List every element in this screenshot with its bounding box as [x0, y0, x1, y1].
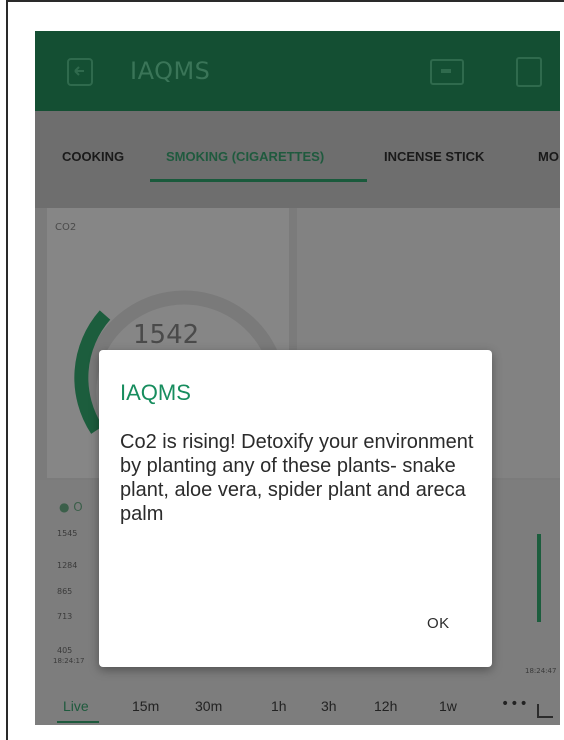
y-tick: 405 [57, 646, 73, 655]
y-tick: 1545 [57, 529, 78, 538]
app-title: IAQMS [130, 57, 211, 85]
chart-title: ● O [59, 500, 83, 514]
tab-incense-stick[interactable]: INCENSE STICK [384, 149, 484, 164]
tab-more[interactable]: MO [538, 149, 559, 164]
y-tick: 865 [57, 587, 73, 596]
dialog-message: Co2 is rising! Detoxify your environment… [120, 431, 474, 525]
active-tab-indicator [150, 179, 367, 182]
image-border-top [6, 0, 564, 2]
y-tick: 713 [57, 612, 73, 621]
share-icon[interactable] [430, 59, 464, 85]
y-tick: 1284 [57, 561, 78, 570]
range-12h[interactable]: 12h [374, 698, 397, 714]
active-range-indicator [57, 721, 99, 723]
range-live[interactable]: Live [63, 698, 89, 714]
x-tick-start: 18:24:17 [53, 657, 85, 665]
tab-cooking[interactable]: COOKING [62, 149, 124, 164]
range-1h[interactable]: 1h [271, 698, 287, 714]
gauge-value: 1542 [133, 320, 200, 350]
range-30m[interactable]: 30m [195, 698, 222, 714]
tab-smoking[interactable]: SMOKING (CIGARETTES) [166, 149, 324, 164]
range-15m[interactable]: 15m [132, 698, 159, 714]
share-icon-dot [441, 69, 451, 73]
alert-dialog: IAQMS Co2 is rising! Detoxify your envir… [99, 350, 492, 667]
x-tick-end: 18:24:47 [525, 667, 557, 675]
image-border-left [6, 0, 8, 740]
export-icon[interactable] [537, 704, 553, 718]
time-range-bar: Live 15m 30m 1h 3h 12h 1w ••• [35, 690, 560, 725]
range-1w[interactable]: 1w [439, 698, 457, 714]
dialog-title: IAQMS [120, 380, 191, 405]
more-icon[interactable]: ••• [501, 696, 529, 712]
ok-button[interactable]: OK [427, 615, 450, 632]
device-icon[interactable] [67, 58, 93, 86]
range-3h[interactable]: 3h [321, 698, 337, 714]
chart-line-segment [537, 534, 541, 622]
settings-icon[interactable] [516, 57, 542, 87]
tab-bar: COOKING SMOKING (CIGARETTES) INCENSE STI… [35, 111, 560, 208]
app-bar: IAQMS [35, 31, 560, 111]
